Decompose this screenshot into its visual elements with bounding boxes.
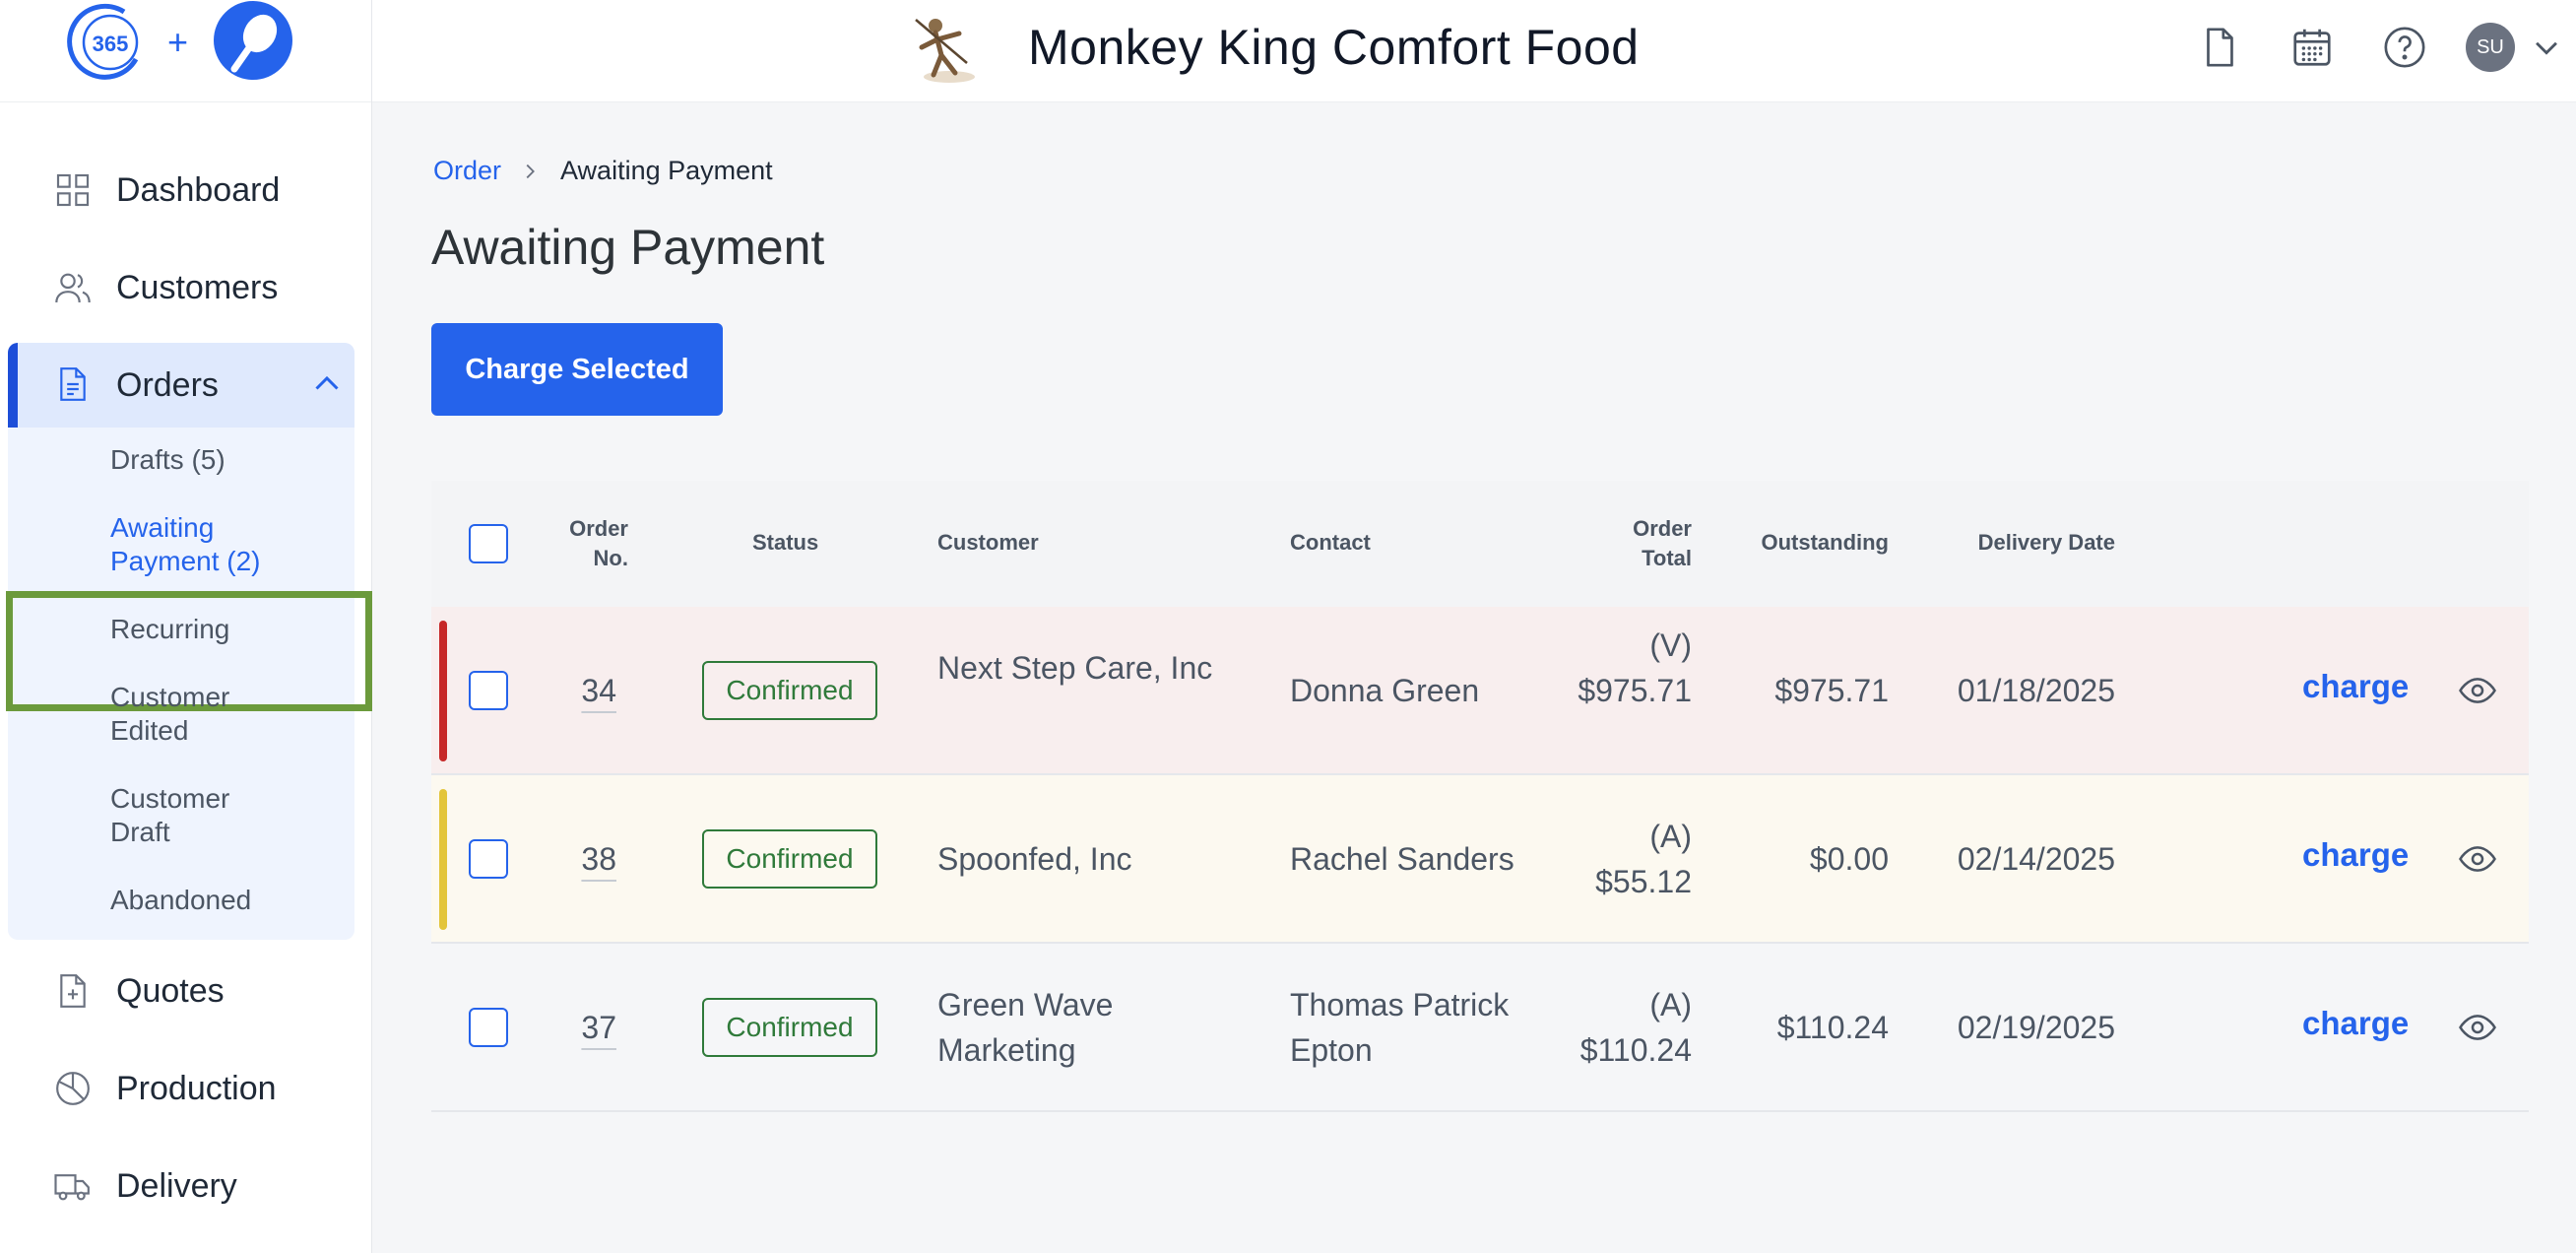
order-total: $110.24 [1579, 1032, 1692, 1068]
monkey-logo-icon [915, 19, 975, 83]
app-logo-365[interactable]: 365 [67, 2, 154, 83]
sidebar-item-label: Delivery [116, 1166, 237, 1205]
outstanding-amount: $975.71 [1774, 673, 1889, 708]
header-contact[interactable]: Contact [1290, 528, 1371, 558]
header-order-total[interactable]: Order Total [1603, 514, 1692, 573]
order-total-prefix: (A) [1649, 819, 1692, 854]
sidebar-subitem-customer-draft[interactable]: Customer Draft [110, 782, 268, 849]
order-total: $975.71 [1578, 673, 1692, 708]
breadcrumb-order-link[interactable]: Order [433, 156, 501, 186]
charge-link[interactable]: charge [2302, 1005, 2409, 1042]
row-checkbox[interactable] [469, 1008, 508, 1047]
customer-name: Green Wave Marketing [937, 987, 1114, 1068]
sidebar-item-orders[interactable]: Orders [8, 343, 354, 428]
outstanding-amount: $0.00 [1809, 841, 1889, 877]
sidebar-subitem-recurring[interactable]: Recurring [110, 613, 307, 646]
header-delivery-date[interactable]: Delivery Date [1908, 528, 2115, 558]
header-outstanding[interactable]: Outstanding [1711, 528, 1889, 558]
spoon-logo-icon [213, 0, 293, 81]
status-badge: Confirmed [702, 829, 877, 889]
delivery-date: 01/18/2025 [1957, 673, 2115, 708]
svg-text:365: 365 [93, 32, 129, 56]
row-status-indicator [439, 621, 447, 761]
sidebar-subitem-awaiting-payment[interactable]: Awaiting Payment (2) [110, 511, 307, 578]
eye-icon[interactable] [2458, 671, 2497, 710]
sidebar-item-label: Production [116, 1069, 277, 1107]
header-customer[interactable]: Customer [937, 528, 1039, 558]
sidebar-item-dashboard[interactable]: Dashboard [0, 146, 372, 234]
help-icon[interactable] [2375, 18, 2434, 77]
chevron-down-icon[interactable] [2527, 28, 2566, 67]
sidebar-item-label: Orders [116, 366, 219, 404]
order-total-prefix: (A) [1649, 987, 1692, 1022]
quote-document-icon [53, 971, 93, 1011]
main-content: Order Awaiting Payment Awaiting Payment … [372, 102, 2576, 1253]
orders-document-icon [53, 364, 93, 404]
breadcrumb: Order Awaiting Payment [433, 156, 773, 186]
order-number[interactable]: 37 [530, 1005, 616, 1050]
top-bar: 365 + Monkey King Comfort Food SU [0, 0, 2576, 102]
avatar[interactable]: SU [2466, 23, 2515, 72]
sidebar-item-label: Dashboard [116, 170, 281, 209]
chevron-up-icon[interactable] [309, 366, 345, 402]
status-badge: Confirmed [702, 661, 877, 720]
row-checkbox[interactable] [469, 671, 508, 710]
truck-icon [53, 1166, 93, 1206]
select-all-checkbox[interactable] [469, 524, 508, 563]
order-number[interactable]: 34 [530, 668, 616, 713]
charge-selected-button[interactable]: Charge Selected [431, 323, 723, 416]
page-title: Awaiting Payment [431, 220, 825, 275]
document-icon[interactable] [2190, 18, 2249, 77]
delivery-date: 02/19/2025 [1957, 1010, 2115, 1045]
charge-link[interactable]: charge [2302, 668, 2409, 705]
sidebar-item-label: Customers [116, 268, 279, 306]
header-status[interactable]: Status [752, 528, 818, 558]
sidebar-subitem-drafts[interactable]: Drafts (5) [110, 443, 307, 477]
active-indicator [8, 343, 18, 428]
company-header: Monkey King Comfort Food [906, 8, 1640, 87]
customer-name: Next Step Care, Inc [937, 650, 1213, 686]
brand-area: 365 + [0, 0, 372, 102]
table-row[interactable]: 38 Confirmed Spoonfed, Inc Rachel Sander… [431, 775, 2529, 944]
sidebar: Dashboard Customers Orders Drafts (5) Aw… [0, 102, 372, 1253]
eye-icon[interactable] [2458, 839, 2497, 879]
contact-name: Donna Green [1290, 673, 1480, 708]
company-name: Monkey King Comfort Food [1028, 20, 1640, 75]
users-icon [53, 268, 93, 307]
delivery-date: 02/14/2025 [1957, 841, 2115, 877]
order-number[interactable]: 38 [530, 836, 616, 882]
eye-icon[interactable] [2458, 1008, 2497, 1047]
dashboard-grid-icon [53, 170, 93, 210]
top-icons: SU [2157, 18, 2576, 77]
breadcrumb-current: Awaiting Payment [560, 156, 773, 185]
table-row[interactable]: 34 Confirmed Next Step Care, Inc Donna G… [431, 607, 2529, 775]
customer-name: Spoonfed, Inc [937, 841, 1132, 877]
order-total-prefix: (V) [1649, 627, 1692, 663]
row-checkbox[interactable] [469, 839, 508, 879]
logo-plus: + [167, 22, 189, 62]
status-badge: Confirmed [702, 998, 877, 1057]
sidebar-subitem-abandoned[interactable]: Abandoned [110, 884, 307, 917]
contact-name: Thomas Patrick Epton [1290, 987, 1510, 1068]
charge-link[interactable]: charge [2302, 836, 2409, 874]
sidebar-item-customers[interactable]: Customers [0, 243, 372, 332]
table-header: Order No. Status Customer Contact Order … [431, 481, 2529, 607]
outstanding-amount: $110.24 [1776, 1010, 1889, 1045]
header-order-no[interactable]: Order No. [540, 514, 628, 573]
order-total: $55.12 [1595, 864, 1692, 899]
sidebar-item-quotes[interactable]: Quotes [0, 947, 372, 1035]
sidebar-item-label: Quotes [116, 971, 225, 1010]
sidebar-item-production[interactable]: Production [0, 1044, 372, 1133]
table-row[interactable]: 37 Confirmed Green Wave Marketing Thomas… [431, 944, 2529, 1112]
calendar-icon[interactable] [2283, 18, 2342, 77]
sidebar-item-delivery[interactable]: Delivery [0, 1142, 372, 1230]
row-status-indicator [439, 789, 447, 930]
pie-chart-icon [53, 1069, 93, 1108]
contact-name: Rachel Sanders [1290, 841, 1514, 877]
orders-table: Order No. Status Customer Contact Order … [431, 481, 2529, 1112]
sidebar-subitem-customer-edited[interactable]: Customer Edited [110, 681, 268, 748]
chevron-right-icon [526, 164, 535, 178]
